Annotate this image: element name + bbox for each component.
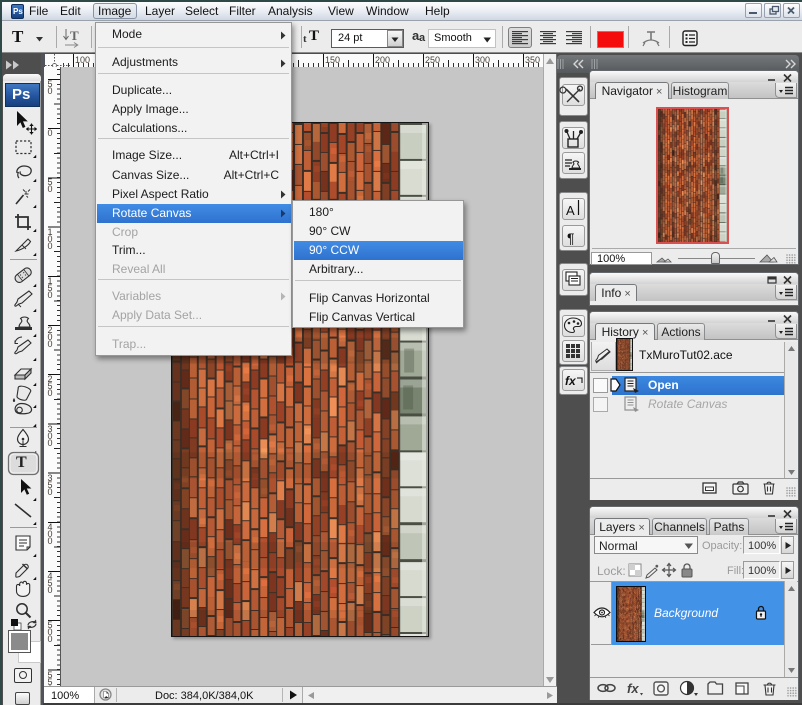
- svg-text:fx: fx: [627, 681, 639, 696]
